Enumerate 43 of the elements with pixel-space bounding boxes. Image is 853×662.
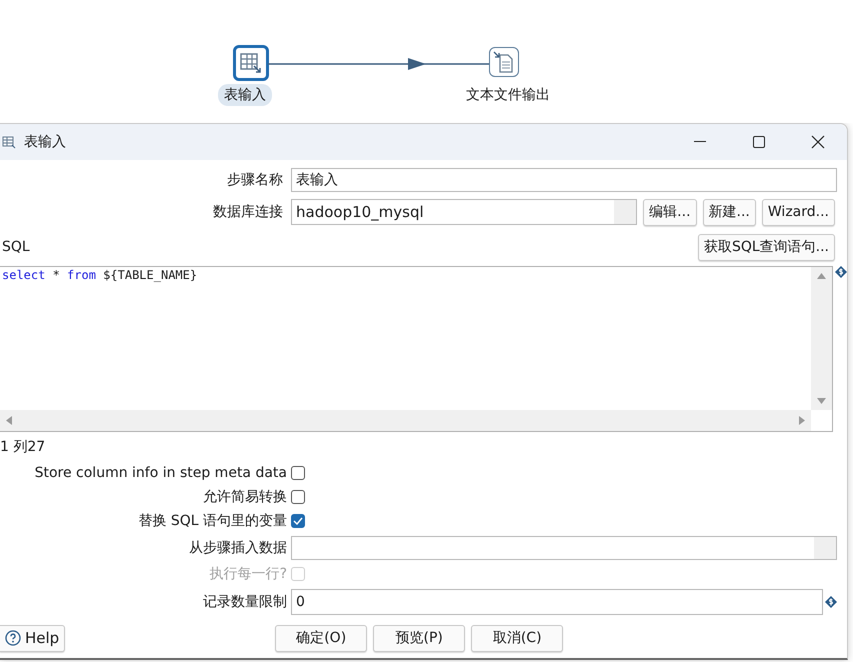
table-icon (239, 51, 263, 75)
step-label: 表输入 (218, 84, 272, 106)
field-label: 记录数量限制 (202, 593, 287, 611)
cursor-position: 1 列27 (0, 438, 46, 457)
window-title: 表输入 (24, 133, 67, 151)
dialog-button[interactable]: 确定(O) (275, 624, 368, 652)
sql-label: SQL (2, 239, 30, 255)
step-name-field[interactable]: 表输入 (291, 168, 837, 192)
option-label: 允许简易转换 (202, 488, 287, 506)
table-icon (2, 135, 16, 149)
maximize-icon (752, 136, 764, 148)
dialog-button[interactable]: 预览(P) (373, 624, 466, 652)
option-label: Store column info in step meta data (34, 465, 287, 481)
checkbox[interactable] (291, 514, 305, 528)
scroll-left-icon (6, 416, 12, 425)
field-label: 步骤名称 (226, 171, 283, 189)
table-input-step[interactable] (233, 45, 269, 81)
file-output-step[interactable] (489, 47, 519, 77)
connection-button[interactable]: 新建... (702, 198, 756, 226)
scroll-right-icon (799, 416, 805, 425)
help-icon (5, 630, 21, 646)
connection-dropdown[interactable]: hadoop10_mysql (291, 199, 638, 225)
sql-editor[interactable]: select * from ${TABLE_NAME} (0, 266, 833, 432)
get-sql-button[interactable]: 获取SQL查询语句... (698, 234, 835, 260)
connection-button[interactable]: Wizard... (762, 198, 835, 226)
variable-icon (825, 596, 837, 608)
field-label: 数据库连接 (212, 203, 283, 221)
document-icon (493, 51, 515, 73)
limit-field[interactable]: 0 (291, 589, 823, 615)
help-button[interactable]: Help (0, 624, 66, 652)
scroll-up-icon (817, 273, 826, 279)
minimize-icon (694, 141, 706, 143)
step-label: 文本文件输出 (465, 86, 551, 105)
dialog-button[interactable]: 取消(C) (471, 624, 564, 652)
option-label: 替换 SQL 语句里的变量 (137, 512, 287, 530)
scroll-down-icon (817, 398, 826, 404)
checkbox[interactable] (291, 466, 305, 480)
sql-code: select * from ${TABLE_NAME} (1, 267, 198, 284)
connection-button[interactable]: 编辑... (643, 198, 697, 226)
field-label: 从步骤插入数据 (188, 539, 287, 557)
option-label: 执行每一行? (208, 565, 287, 583)
close-icon (810, 135, 824, 149)
checkbox[interactable] (291, 490, 305, 504)
